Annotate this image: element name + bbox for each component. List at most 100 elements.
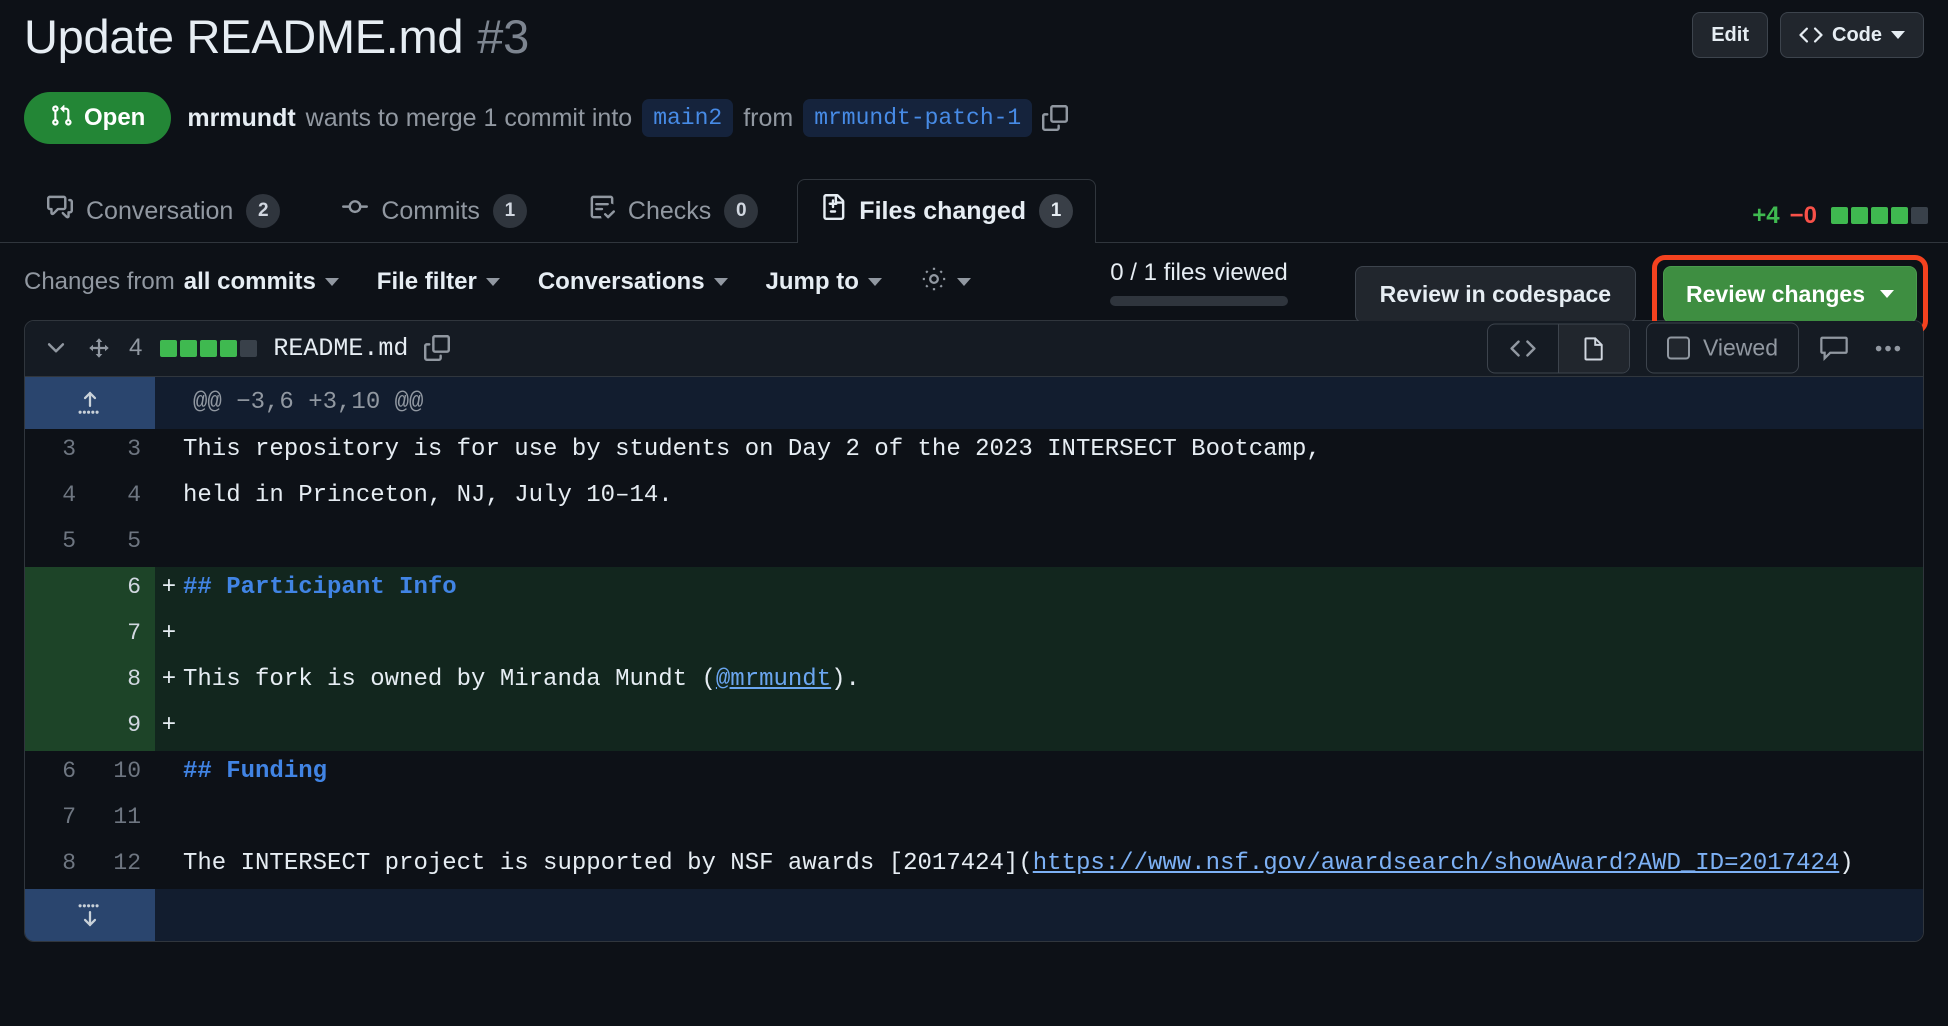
diff-marker — [155, 751, 183, 797]
file-name[interactable]: README.md — [273, 334, 408, 363]
line-number-old: 8 — [25, 842, 90, 889]
title-row: Update README.md #3 — [24, 10, 1924, 64]
line-number-new: 11 — [90, 796, 155, 843]
files-viewed-progress-bar — [1110, 295, 1288, 306]
diff-code-text: ## Participant Info — [183, 573, 457, 601]
diff-stat-summary: +4 −0 — [1752, 202, 1928, 230]
expand-up-icon[interactable] — [25, 376, 155, 429]
diff-text-suffix: ). — [831, 665, 860, 693]
diff-code-text — [183, 521, 1923, 567]
tab-conversation-label: Conversation — [86, 197, 234, 226]
kebab-icon[interactable] — [1869, 329, 1907, 367]
diff-body: 3 3 This repository is for use by studen… — [25, 428, 1923, 889]
chevron-down-icon — [1891, 31, 1905, 39]
files-viewed-progress: 0 / 1 files viewed — [1110, 259, 1288, 306]
collapse-chevron-down-icon[interactable] — [43, 335, 69, 361]
expand-down-icon[interactable] — [25, 888, 155, 941]
status-badge-label: Open — [84, 104, 146, 132]
tab-commits[interactable]: Commits 1 — [319, 179, 550, 243]
diff-text-prefix: The INTERSECT project is supported by NS… — [183, 849, 1033, 877]
base-branch[interactable]: main2 — [642, 98, 734, 138]
diff-marker — [155, 843, 183, 889]
diff-row-context: 3 3 This repository is for use by studen… — [25, 428, 1923, 475]
chevron-down-icon — [867, 278, 882, 287]
diff-row-context: 5 5 — [25, 520, 1923, 567]
chevron-down-icon — [956, 278, 971, 287]
line-number-new: 10 — [90, 750, 155, 797]
line-number-old: 5 — [25, 520, 90, 567]
code-button[interactable]: Code — [1780, 12, 1924, 58]
changes-from-dropdown[interactable]: Changes from all commits — [24, 268, 339, 296]
file-filter-label: File filter — [376, 268, 477, 296]
tab-conversation[interactable]: Conversation 2 — [24, 179, 303, 243]
diff-code-line: The INTERSECT project is supported by NS… — [183, 843, 1923, 889]
mention-link[interactable]: @mrmundt — [716, 666, 831, 693]
comment-icon[interactable] — [1815, 329, 1853, 367]
line-number-old: 3 — [25, 428, 90, 475]
tab-conversation-count: 2 — [246, 194, 281, 229]
file-filter-dropdown[interactable]: File filter — [377, 268, 500, 296]
tab-commits-label: Commits — [381, 197, 480, 226]
diff-marker — [155, 475, 183, 521]
page-title: Update README.md #3 — [24, 10, 529, 64]
hunk-range-text: @@ −3,6 +3,10 @@ — [193, 389, 424, 417]
review-in-codespace-button[interactable]: Review in codespace — [1354, 265, 1637, 323]
checklist-icon — [589, 194, 615, 229]
merge-text-middle: from — [743, 103, 794, 132]
copy-path-icon[interactable] — [424, 335, 451, 362]
tab-checks[interactable]: Checks 0 — [566, 179, 781, 243]
chevron-down-icon — [324, 278, 339, 287]
line-number-old — [25, 704, 90, 751]
diff-code-text: held in Princeton, NJ, July 10–14. — [183, 481, 673, 509]
line-number-new: 3 — [90, 428, 155, 475]
viewed-checkbox-button[interactable]: Viewed — [1645, 322, 1799, 374]
diff-text-prefix: This fork is owned by Miranda Mundt ( — [183, 665, 716, 693]
external-link[interactable]: https://www.nsf.gov/awardsearch/showAwar… — [1033, 850, 1840, 877]
git-commit-icon — [342, 194, 369, 229]
tab-files-changed-label: Files changed — [859, 197, 1027, 226]
diff-row-addition: 8 + This fork is owned by Miranda Mundt … — [25, 658, 1923, 705]
diff-deletions: −0 — [1789, 201, 1817, 229]
conversations-dropdown[interactable]: Conversations — [538, 268, 728, 296]
file-diff-squares — [160, 339, 258, 357]
line-number-new: 4 — [90, 474, 155, 521]
line-number-new: 12 — [90, 842, 155, 889]
copy-branch-icon[interactable] — [1042, 105, 1069, 132]
pr-tabs: Conversation 2 Commits 1 Checks 0 Files … — [0, 178, 1948, 243]
diff-row-addition: 6 + ## Participant Info — [25, 566, 1923, 613]
code-button-label: Code — [1832, 24, 1882, 46]
status-badge: Open — [24, 92, 172, 145]
drag-move-icon[interactable] — [87, 336, 111, 360]
diff-marker: + — [161, 711, 177, 739]
hunk-footer-text — [155, 889, 1923, 941]
pr-author[interactable]: mrmundt — [187, 104, 295, 133]
viewed-checkbox[interactable] — [1666, 336, 1690, 360]
diff-row-context: 4 4 held in Princeton, NJ, July 10–14. — [25, 474, 1923, 521]
diff-row-context: 6 10 ## Funding — [25, 750, 1923, 797]
conversations-label: Conversations — [537, 268, 705, 296]
changes-from-prefix: Changes from — [24, 268, 175, 296]
tab-files-changed[interactable]: Files changed 1 — [797, 179, 1097, 243]
chevron-down-icon — [713, 278, 728, 287]
jump-to-dropdown[interactable]: Jump to — [766, 268, 882, 296]
review-changes-button[interactable]: Review changes — [1663, 265, 1917, 323]
source-code-view-icon[interactable] — [1488, 324, 1558, 372]
line-number-old: 7 — [25, 796, 90, 843]
rendered-file-view-icon[interactable] — [1557, 324, 1629, 373]
diff-row-addition: 7 + — [25, 612, 1923, 659]
head-branch[interactable]: mrmundt-patch-1 — [803, 98, 1033, 138]
line-number-new: 7 — [90, 612, 155, 659]
merge-description: mrmundt wants to merge 1 commit into mai… — [187, 98, 1069, 138]
diff-marker: + — [161, 573, 177, 601]
tab-checks-label: Checks — [627, 197, 712, 226]
diff-code-text: ## Funding — [183, 757, 328, 785]
gear-icon — [920, 265, 948, 300]
edit-button[interactable]: Edit — [1692, 12, 1768, 58]
line-number-old: 6 — [25, 750, 90, 797]
line-number-old — [25, 566, 90, 613]
edit-button-label: Edit — [1711, 24, 1749, 46]
diff-stat-squares — [1831, 207, 1928, 225]
comment-discussion-icon — [47, 194, 73, 229]
jump-to-label: Jump to — [765, 268, 859, 296]
diff-settings-dropdown[interactable] — [920, 265, 971, 300]
